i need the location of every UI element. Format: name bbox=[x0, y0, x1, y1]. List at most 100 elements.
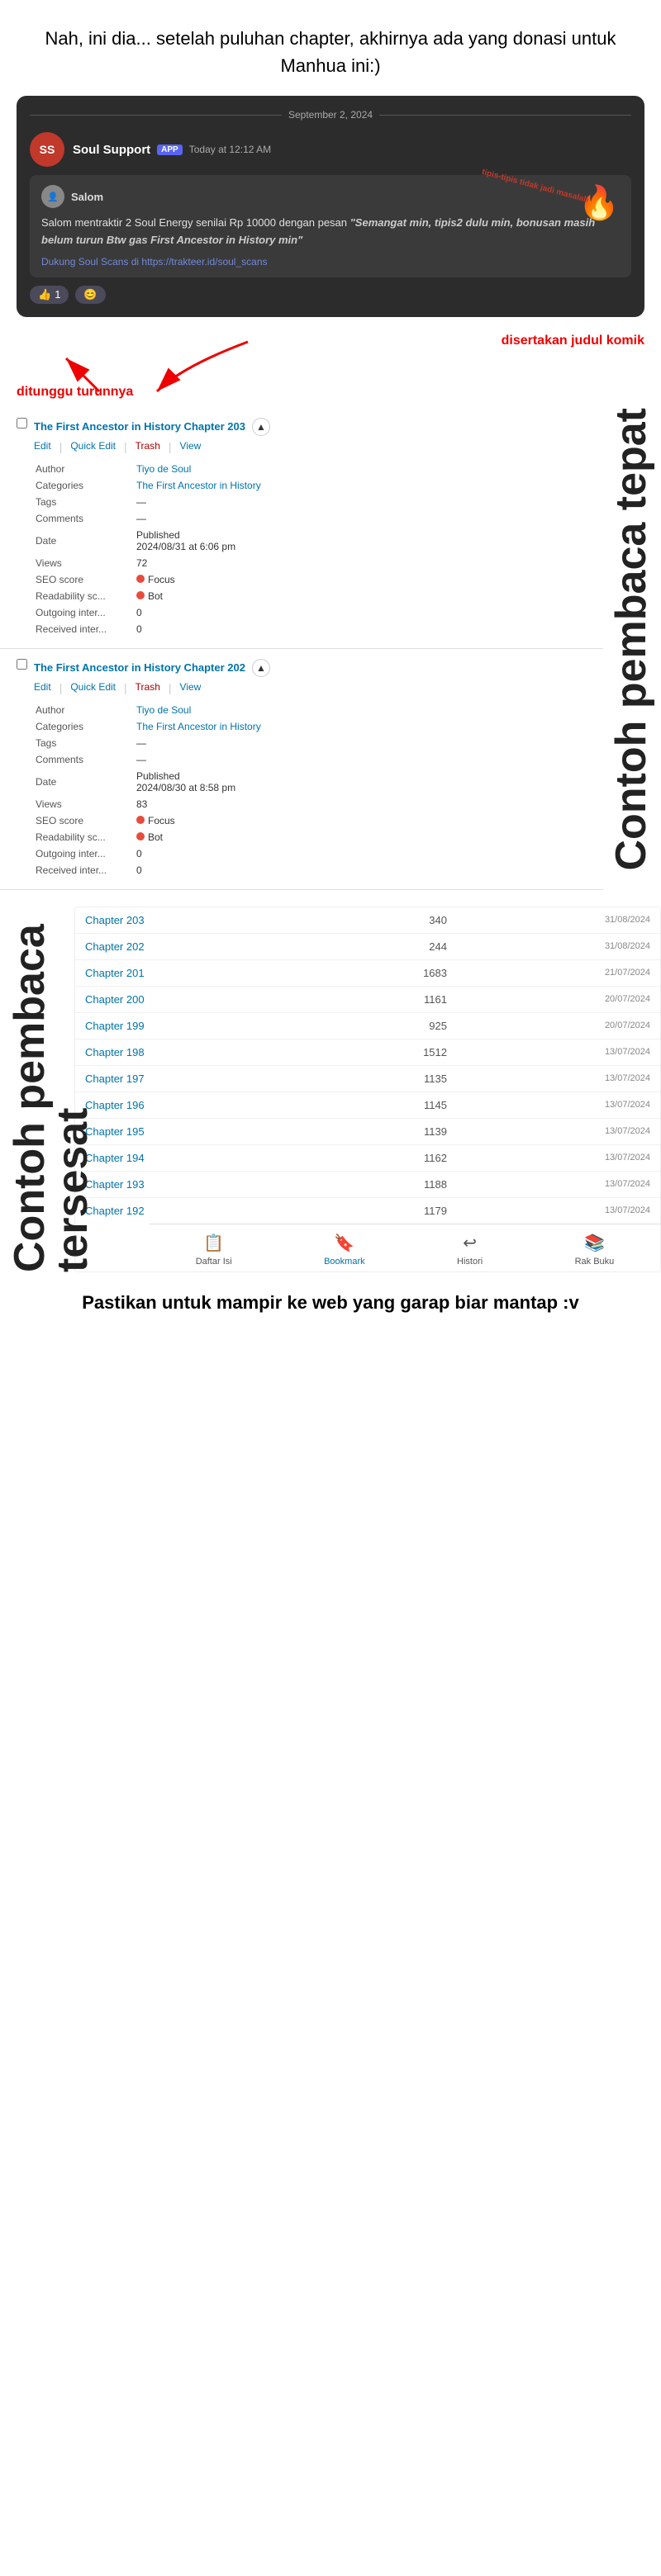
nav-rak-buku[interactable]: 📚 Rak Buku bbox=[575, 1233, 615, 1267]
seo-label-2: SEO score bbox=[36, 813, 135, 828]
wp-post-header-1: The First Ancestor in History Chapter 20… bbox=[17, 418, 587, 638]
rak-buku-icon: 📚 bbox=[584, 1233, 605, 1253]
chapter-title-10[interactable]: Chapter 193 bbox=[75, 1171, 321, 1197]
post-2-outgoing: 0 bbox=[136, 846, 585, 861]
nav-daftar-isi[interactable]: 📋 Daftar Isi bbox=[196, 1233, 232, 1267]
reaction-smiley-icon: 😊 bbox=[83, 288, 97, 301]
post-1-author-link[interactable]: Tiyo de Soul bbox=[136, 463, 191, 475]
nav-histori[interactable]: ↩ Histori bbox=[457, 1233, 483, 1267]
views-label-2: Views bbox=[36, 797, 135, 812]
chapter-title-7[interactable]: Chapter 196 bbox=[75, 1091, 321, 1118]
chapter-date-7: 13/07/2024 bbox=[457, 1091, 660, 1118]
wp-post-header-2: The First Ancestor in History Chapter 20… bbox=[17, 659, 587, 879]
post-1-actions: Edit | Quick Edit | Trash | View bbox=[34, 440, 587, 453]
chapter-row-2[interactable]: Chapter 201 1683 21/07/2024 bbox=[75, 959, 660, 986]
views-label: Views bbox=[36, 556, 135, 571]
post-2-categories-link[interactable]: The First Ancestor in History bbox=[136, 721, 261, 732]
wp-post-item-2: The First Ancestor in History Chapter 20… bbox=[0, 649, 603, 890]
histori-icon: ↩ bbox=[463, 1233, 477, 1253]
discord-message: 🔥 👤 Salom Salom mentraktir 2 Soul Energy… bbox=[30, 175, 631, 277]
categories-label-2: Categories bbox=[36, 719, 135, 734]
sidebar-label-right: Contoh pembaca tepat bbox=[610, 408, 653, 871]
reaction-smiley[interactable]: 😊 bbox=[75, 286, 105, 304]
reaction-thumbs-icon: 👍 bbox=[38, 288, 51, 301]
meta-readability-row-2: Readability sc... Bot bbox=[36, 830, 585, 845]
meta-comments-row: Comments — bbox=[36, 511, 585, 526]
post-2-checkbox[interactable] bbox=[17, 659, 27, 670]
post-1-edit[interactable]: Edit bbox=[34, 440, 51, 453]
bookmark-icon: 🔖 bbox=[334, 1233, 354, 1253]
chapter-date-0: 31/08/2024 bbox=[457, 907, 660, 934]
chapter-row-1[interactable]: Chapter 202 244 31/08/2024 bbox=[75, 933, 660, 959]
post-1-received: 0 bbox=[136, 622, 585, 637]
meta-views-row-2: Views 83 bbox=[36, 797, 585, 812]
post-1-title-link[interactable]: The First Ancestor in History Chapter 20… bbox=[34, 420, 245, 433]
meta-tags-row: Tags — bbox=[36, 495, 585, 509]
author-label-2: Author bbox=[36, 703, 135, 717]
post-2-tags: — bbox=[136, 736, 585, 751]
chapter-title-1[interactable]: Chapter 202 bbox=[75, 933, 321, 959]
chapter-title-11[interactable]: Chapter 192 bbox=[75, 1197, 321, 1224]
chapter-row-5[interactable]: Chapter 198 1512 13/07/2024 bbox=[75, 1039, 660, 1065]
post-1-title: The First Ancestor in History Chapter 20… bbox=[34, 418, 587, 436]
meta-seo-row-2: SEO score Focus bbox=[36, 813, 585, 828]
chapter-row-8[interactable]: Chapter 195 1139 13/07/2024 bbox=[75, 1118, 660, 1144]
discord-channel-name: Soul Support bbox=[73, 143, 150, 157]
post-1-views: 72 bbox=[136, 556, 585, 571]
reaction-thumbs-up[interactable]: 👍 1 bbox=[30, 286, 69, 304]
discord-time: Today at 12:12 AM bbox=[189, 144, 271, 155]
chapter-title-9[interactable]: Chapter 194 bbox=[75, 1144, 321, 1171]
post-2-view[interactable]: View bbox=[180, 681, 202, 694]
chapter-date-3: 20/07/2024 bbox=[457, 986, 660, 1012]
chapter-title-8[interactable]: Chapter 195 bbox=[75, 1118, 321, 1144]
readability-label-2: Readability sc... bbox=[36, 830, 135, 845]
chapter-title-0[interactable]: Chapter 203 bbox=[75, 907, 321, 934]
msg-body-1: Salom mentraktir 2 Soul Energy senilai R… bbox=[41, 216, 347, 229]
categories-label: Categories bbox=[36, 478, 135, 493]
post-1-trash[interactable]: Trash bbox=[136, 440, 160, 453]
chapter-row-4[interactable]: Chapter 199 925 20/07/2024 bbox=[75, 1012, 660, 1039]
discord-support-link[interactable]: Dukung Soul Scans di https://trakteer.id… bbox=[41, 256, 620, 268]
bottom-nav: 📋 Daftar Isi 🔖 Bookmark ↩ Histori 📚 Rak … bbox=[150, 1224, 660, 1271]
post-1-checkbox[interactable] bbox=[17, 418, 27, 429]
post-2-quick-edit[interactable]: Quick Edit bbox=[70, 681, 116, 694]
meta-outgoing-row: Outgoing inter... 0 bbox=[36, 605, 585, 620]
post-2-edit[interactable]: Edit bbox=[34, 681, 51, 694]
chapter-row-9[interactable]: Chapter 194 1162 13/07/2024 bbox=[75, 1144, 660, 1171]
post-2-arrow[interactable]: ▲ bbox=[252, 659, 270, 677]
chapter-title-4[interactable]: Chapter 199 bbox=[75, 1012, 321, 1039]
tags-label: Tags bbox=[36, 495, 135, 509]
meta-categories-row: Categories The First Ancestor in History bbox=[36, 478, 585, 493]
post-2-trash[interactable]: Trash bbox=[136, 681, 160, 694]
nav-bookmark[interactable]: 🔖 Bookmark bbox=[324, 1233, 365, 1267]
post-1-view[interactable]: View bbox=[180, 440, 202, 453]
chapter-row-11[interactable]: Chapter 192 1179 13/07/2024 bbox=[75, 1197, 660, 1224]
discord-date: September 2, 2024 bbox=[30, 109, 631, 121]
chapter-row-0[interactable]: Chapter 203 340 31/08/2024 bbox=[75, 907, 660, 934]
chapter-views-8: 1139 bbox=[321, 1118, 457, 1144]
post-2-title-link[interactable]: The First Ancestor in History Chapter 20… bbox=[34, 661, 245, 674]
daftar-isi-icon: 📋 bbox=[203, 1233, 224, 1253]
post-1-arrow[interactable]: ▲ bbox=[252, 418, 270, 436]
outgoing-label: Outgoing inter... bbox=[36, 605, 135, 620]
chapter-row-7[interactable]: Chapter 196 1145 13/07/2024 bbox=[75, 1091, 660, 1118]
chapter-views-9: 1162 bbox=[321, 1144, 457, 1171]
chapter-views-10: 1188 bbox=[321, 1171, 457, 1197]
post-2-author-link[interactable]: Tiyo de Soul bbox=[136, 704, 191, 716]
chapter-date-11: 13/07/2024 bbox=[457, 1197, 660, 1224]
post-1-categories-link[interactable]: The First Ancestor in History bbox=[136, 480, 261, 491]
comments-label: Comments bbox=[36, 511, 135, 526]
post-1-quick-edit[interactable]: Quick Edit bbox=[70, 440, 116, 453]
chapter-title-3[interactable]: Chapter 200 bbox=[75, 986, 321, 1012]
chapter-title-2[interactable]: Chapter 201 bbox=[75, 959, 321, 986]
wp-post-item-1: The First Ancestor in History Chapter 20… bbox=[0, 408, 603, 649]
chapter-row-10[interactable]: Chapter 193 1188 13/07/2024 bbox=[75, 1171, 660, 1197]
chapter-title-5[interactable]: Chapter 198 bbox=[75, 1039, 321, 1065]
chapter-row-3[interactable]: Chapter 200 1161 20/07/2024 bbox=[75, 986, 660, 1012]
post-2-title: The First Ancestor in History Chapter 20… bbox=[34, 659, 587, 677]
chapter-title-6[interactable]: Chapter 197 bbox=[75, 1065, 321, 1091]
reaction-count: 1 bbox=[55, 288, 60, 301]
post-1-comments: — bbox=[136, 511, 585, 526]
discord-avatar: SS bbox=[30, 132, 64, 167]
chapter-row-6[interactable]: Chapter 197 1135 13/07/2024 bbox=[75, 1065, 660, 1091]
